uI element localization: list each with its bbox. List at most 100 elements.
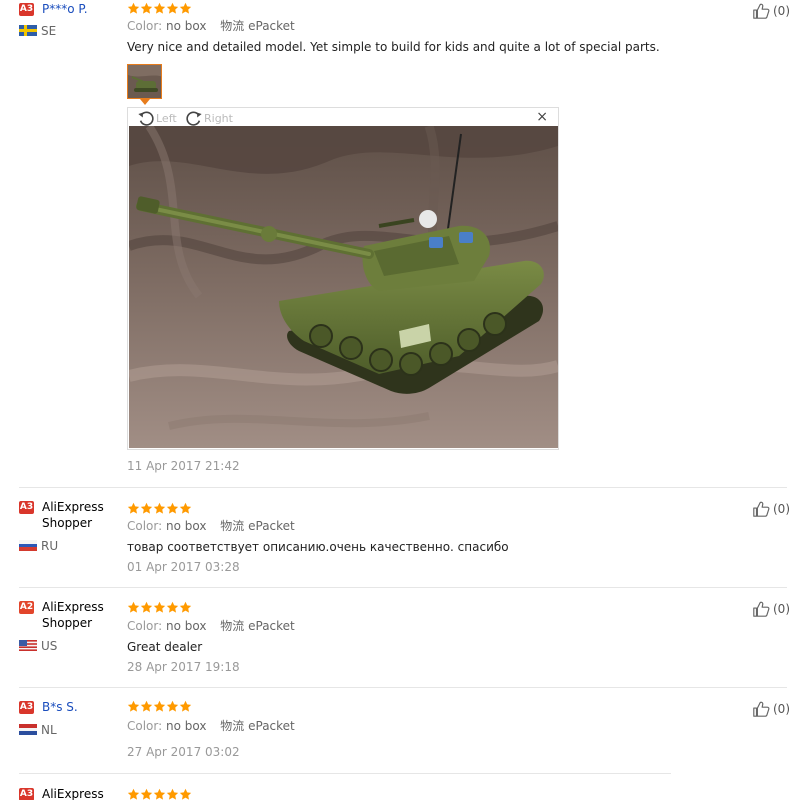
star-icon — [153, 601, 166, 614]
star-icon — [127, 502, 140, 515]
star-icon — [179, 2, 192, 15]
review-date: 01 Apr 2017 03:28 — [127, 560, 240, 574]
review-text: товар соответствует описанию.очень качес… — [127, 540, 509, 554]
review-date: 11 Apr 2017 21:42 — [127, 459, 240, 473]
star-icon — [166, 788, 179, 800]
flag-ru-icon — [19, 540, 37, 551]
shipping-value: ePacket — [248, 619, 295, 633]
star-icon — [127, 601, 140, 614]
color-value: no box — [166, 619, 207, 633]
viewer-toolbar: Left Right × — [128, 108, 558, 126]
star-icon — [140, 700, 153, 713]
thumbnail-active-caret — [140, 99, 150, 105]
review-date: 28 Apr 2017 19:18 — [127, 660, 240, 674]
sku-info: Color: no box 物流 ePacket — [127, 618, 295, 634]
reviewer-country: US — [41, 639, 58, 653]
star-icon — [127, 2, 140, 15]
like-button[interactable]: (0) — [751, 2, 790, 20]
review-item: A3 AliExpress Shopper RU Color: no box 物… — [0, 488, 800, 588]
color-value: no box — [166, 19, 207, 33]
reviewer-name[interactable]: B*s S. — [42, 699, 120, 715]
flag-se-icon — [19, 25, 37, 36]
star-icon — [153, 2, 166, 15]
sku-info: Color: no box 物流 ePacket — [127, 18, 295, 34]
rating-stars — [127, 788, 192, 800]
star-icon — [153, 502, 166, 515]
buyer-level-badge: A2 — [19, 601, 34, 614]
color-key: Color: — [127, 719, 163, 733]
review-text: Great dealer — [127, 640, 203, 654]
rotate-left-button[interactable]: Left — [136, 109, 177, 127]
flag-us-icon — [19, 640, 37, 651]
star-icon — [166, 2, 179, 15]
shipping-key: 物流 — [220, 619, 245, 633]
review-item: A3 B*s S. NL Color: no box 物流 ePacket 27… — [0, 688, 800, 774]
flag-nl-icon — [19, 724, 37, 735]
like-button[interactable]: (0) — [751, 600, 790, 618]
rotate-left-label: Left — [156, 111, 177, 125]
star-icon — [166, 601, 179, 614]
review-photo-thumbnail[interactable] — [127, 64, 162, 99]
thumbs-up-icon — [751, 2, 771, 20]
star-icon — [153, 700, 166, 713]
like-count: (0) — [773, 702, 790, 716]
star-icon — [179, 601, 192, 614]
rating-stars — [127, 700, 192, 713]
star-icon — [166, 700, 179, 713]
reviewer-country: SE — [41, 24, 57, 38]
thumbs-up-icon — [751, 500, 771, 518]
like-button[interactable]: (0) — [751, 700, 790, 718]
reviewer-name: AliExpress Shopper — [42, 500, 104, 530]
thumbs-up-icon — [751, 600, 771, 618]
star-icon — [140, 502, 153, 515]
star-icon — [179, 502, 192, 515]
reviewer-country: RU — [41, 539, 59, 553]
like-count: (0) — [773, 502, 790, 516]
buyer-level-badge: A3 — [19, 788, 34, 800]
star-icon — [127, 788, 140, 800]
star-icon — [179, 788, 192, 800]
color-key: Color: — [127, 19, 163, 33]
like-count: (0) — [773, 602, 790, 616]
star-icon — [140, 601, 153, 614]
rotate-right-icon — [184, 109, 204, 127]
tank-thumbnail-image — [128, 65, 161, 98]
star-icon — [140, 2, 153, 15]
review-photo-tank[interactable] — [129, 126, 558, 448]
star-icon — [127, 700, 140, 713]
rating-stars — [127, 2, 192, 15]
shipping-value: ePacket — [248, 719, 295, 733]
close-viewer-button[interactable]: × — [536, 109, 548, 125]
review-item: A3 AliExpress — [0, 774, 800, 800]
color-value: no box — [166, 719, 207, 733]
rotate-left-icon — [136, 109, 156, 127]
rating-stars — [127, 601, 192, 614]
color-key: Color: — [127, 519, 163, 533]
review-date: 27 Apr 2017 03:02 — [127, 745, 240, 759]
review-item: A2 AliExpress Shopper US Color: no box 物… — [0, 588, 800, 688]
star-icon — [140, 788, 153, 800]
sku-info: Color: no box 物流 ePacket — [127, 718, 295, 734]
color-key: Color: — [127, 619, 163, 633]
reviewer-name[interactable]: P***o P. — [42, 1, 120, 17]
shipping-value: ePacket — [248, 519, 295, 533]
thumbs-up-icon — [751, 700, 771, 718]
reviewer-name: AliExpress Shopper — [42, 600, 104, 630]
review-text: Very nice and detailed model. Yet simple… — [127, 40, 660, 54]
reviewer-name: AliExpress — [42, 787, 104, 800]
reviewer-country: NL — [41, 723, 57, 737]
color-value: no box — [166, 519, 207, 533]
shipping-key: 物流 — [220, 519, 245, 533]
review-item: A3 P***o P. SE Color: no box 物流 ePacket … — [0, 0, 800, 488]
like-button[interactable]: (0) — [751, 500, 790, 518]
rating-stars — [127, 502, 192, 515]
like-count: (0) — [773, 4, 790, 18]
buyer-level-badge: A3 — [19, 501, 34, 514]
star-icon — [153, 788, 166, 800]
star-icon — [179, 700, 192, 713]
buyer-level-badge: A3 — [19, 3, 34, 16]
rotate-right-label: Right — [204, 111, 233, 125]
rotate-right-button[interactable]: Right — [184, 109, 233, 127]
shipping-key: 物流 — [220, 19, 245, 33]
shipping-key: 物流 — [220, 719, 245, 733]
